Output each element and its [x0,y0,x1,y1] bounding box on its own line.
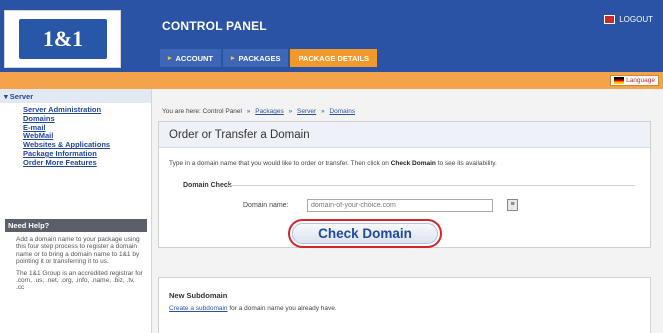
logout-link[interactable]: LOGOUT [604,15,653,24]
tab-label: PACKAGES [238,53,281,63]
main-tabs: ▸ ACCOUNT ▸ PACKAGES PACKAGE DETAILS [160,49,378,67]
logo-box: 1&1 [4,10,121,68]
breadcrumb-packages[interactable]: Packages [255,108,284,115]
tab-package-details[interactable]: PACKAGE DETAILS [290,49,378,67]
breadcrumb-domains[interactable]: Domains [329,108,355,115]
new-subdomain-panel: New Subdomain Create a subdomain for a d… [158,277,651,333]
logo[interactable]: 1&1 [19,19,107,59]
breadcrumb-separator: » [288,108,293,115]
description-text: to see its availability. [437,160,497,167]
order-domain-panel: Order or Transfer a Domain Type in a dom… [158,121,651,248]
help-box: Need Help? Add a domain name to your pac… [5,219,147,296]
domain-name-label: Domain name: [243,202,289,209]
domain-list-icon[interactable]: ≡ [507,199,518,211]
page-title: CONTROL PANEL [162,19,267,33]
language-label: Language [626,77,655,84]
tab-label: PACKAGE DETAILS [298,53,370,63]
domain-check-label: Domain Check [183,182,232,189]
check-domain-button[interactable]: Check Domain [288,219,442,248]
help-body: Add a domain name to your package using … [5,232,147,292]
sidebar-section-label: Server [9,91,34,101]
orange-strip: Language [0,72,663,89]
domain-name-input[interactable] [307,199,493,212]
tab-arrow-icon: ▸ [231,55,235,62]
sidebar-section-server[interactable]: ▾ Server [0,89,151,103]
language-button[interactable]: Language [610,75,659,86]
panel-title: Order or Transfer a Domain [159,122,650,148]
tab-arrow-icon: ▸ [168,55,172,62]
breadcrumb-separator: » [246,108,251,115]
sidebar-nav: Server Administration Domains E-mail Web… [0,103,151,174]
create-subdomain-link[interactable]: Create a subdomain [169,305,228,312]
tab-account[interactable]: ▸ ACCOUNT [160,49,222,67]
description-emphasis: Check Domain [390,160,436,167]
tab-label: ACCOUNT [175,53,214,63]
help-text: The 1&1 Group is an accredited registrar… [16,269,143,292]
breadcrumb-server[interactable]: Server [297,108,316,115]
help-title: Need Help? [5,219,147,232]
sidebar: ▾ Server Server Administration Domains E… [0,89,152,333]
tab-packages[interactable]: ▸ PACKAGES [223,49,289,67]
subdomain-title: New Subdomain [169,291,228,300]
check-domain-label: Check Domain [292,223,438,244]
header: 1&1 CONTROL PANEL LOGOUT ▸ ACCOUNT ▸ PAC… [0,0,663,72]
divider [227,185,635,186]
breadcrumb-separator: » [321,108,325,115]
description-text: Type in a domain name that you would lik… [169,160,389,167]
subdomain-description: Create a subdomain for a domain name you… [169,305,337,312]
panel-description: Type in a domain name that you would lik… [169,160,497,167]
help-text: Add a domain name to your package using … [16,236,140,266]
logout-label: LOGOUT [619,15,653,24]
breadcrumb-prefix: You are here: Control Panel [162,108,242,115]
flag-icon [614,77,625,84]
subdomain-text: for a domain name you already have. [229,305,337,312]
section-arrow-icon: ▾ [4,91,8,101]
breadcrumb: You are here: Control Panel » Packages »… [162,108,355,115]
logout-icon [604,15,616,24]
sidebar-item-order-more-features[interactable]: Order More Features [23,158,151,168]
